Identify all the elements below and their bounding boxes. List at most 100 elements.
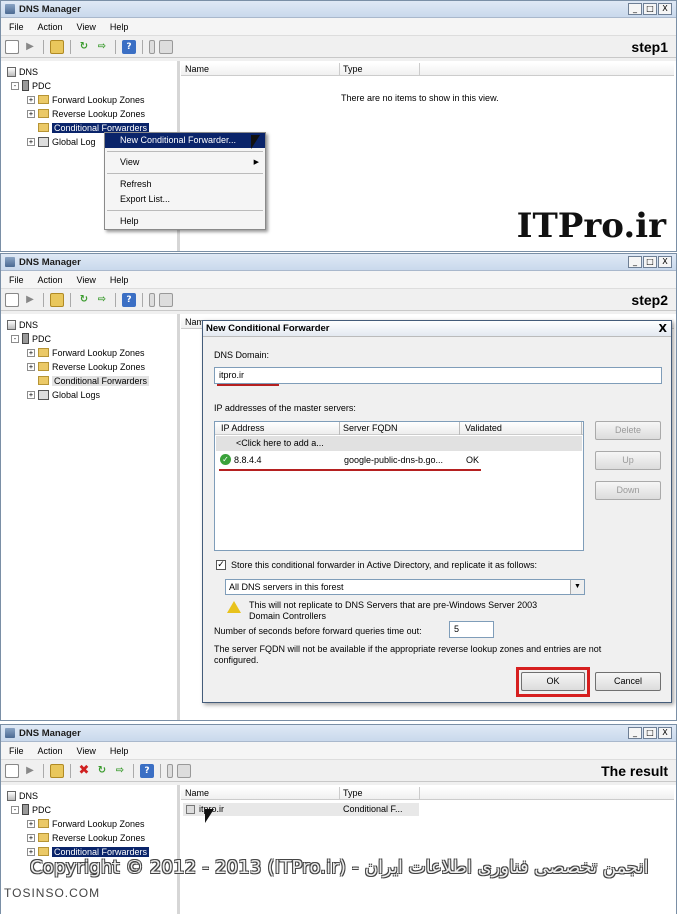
tree-pdc[interactable]: - PDC [11, 332, 51, 345]
help-icon[interactable]: ? [122, 292, 136, 307]
record-icon[interactable] [177, 763, 191, 778]
tree-pdc[interactable]: - PDC [11, 803, 51, 816]
zone-icon[interactable] [5, 39, 19, 54]
ok-button[interactable]: OK [521, 672, 585, 691]
menu-item-export-list[interactable]: Export List... [105, 192, 265, 207]
export-list-icon[interactable]: ⇨ [95, 293, 109, 307]
menu-view[interactable]: View [77, 275, 96, 285]
menu-view[interactable]: View [77, 22, 96, 32]
down-button[interactable]: Down [595, 481, 661, 500]
help-icon[interactable]: ? [122, 39, 136, 54]
tree-forward-lookup[interactable]: + Forward Lookup Zones [27, 93, 145, 106]
expand-icon[interactable]: + [27, 362, 35, 371]
tree-reverse-lookup[interactable]: + Reverse Lookup Zones [27, 360, 145, 373]
maximize-button[interactable]: □ [643, 3, 657, 15]
store-in-ad-checkbox[interactable]: ✓ [216, 560, 226, 570]
menu-item-new-conditional-forwarder[interactable]: New Conditional Forwarder... [105, 133, 265, 148]
tree-dns[interactable]: DNS [7, 65, 38, 78]
expand-icon[interactable]: + [27, 819, 35, 828]
column-name[interactable]: Name [185, 64, 209, 74]
record-icon[interactable] [159, 39, 173, 54]
zone-icon[interactable] [5, 763, 19, 778]
tree-dns[interactable]: DNS [7, 789, 38, 802]
record-icon[interactable] [159, 292, 173, 307]
collapse-icon[interactable]: - [11, 81, 19, 90]
expand-icon[interactable]: + [27, 390, 35, 399]
delete-icon[interactable]: ✖ [77, 763, 91, 778]
expand-icon[interactable]: + [27, 847, 35, 856]
zone-icon[interactable] [5, 292, 19, 307]
export-list-icon[interactable]: ⇨ [95, 40, 109, 54]
timeout-input[interactable]: 5 [449, 621, 494, 638]
close-button[interactable]: X [658, 3, 672, 15]
refresh-icon[interactable]: ↻ [77, 40, 91, 54]
collapse-icon[interactable]: - [11, 334, 19, 343]
grid-col-ip[interactable]: IP Address [221, 423, 264, 433]
export-list-icon[interactable]: ⇨ [113, 764, 127, 778]
menu-help[interactable]: Help [110, 22, 129, 32]
forward-icon[interactable]: ▶ [23, 764, 37, 778]
tree-dns[interactable]: DNS [7, 318, 38, 331]
tree-reverse-lookup[interactable]: + Reverse Lookup Zones [27, 831, 145, 844]
menu-action[interactable]: Action [38, 22, 63, 32]
replication-select[interactable]: All DNS servers in this forest ▼ [225, 579, 585, 595]
collapse-icon[interactable]: - [11, 805, 19, 814]
refresh-icon[interactable]: ↻ [77, 293, 91, 307]
close-button[interactable]: X [658, 727, 672, 739]
menu-item-help[interactable]: Help [105, 214, 265, 229]
up-folder-icon[interactable] [50, 763, 64, 778]
menu-file[interactable]: File [9, 746, 24, 756]
server-icon[interactable] [167, 763, 173, 778]
server-icon[interactable] [149, 39, 155, 54]
tree-global-logs[interactable]: + Global Log [27, 135, 96, 148]
forward-icon[interactable]: ▶ [23, 293, 37, 307]
minimize-button[interactable]: _ [628, 256, 642, 268]
expand-icon[interactable]: + [27, 109, 35, 118]
forward-icon[interactable]: ▶ [23, 40, 37, 54]
menu-view[interactable]: View [77, 746, 96, 756]
list-item[interactable]: itpro.ir Conditional F... [183, 803, 419, 816]
tree-forward-lookup[interactable]: + Forward Lookup Zones [27, 817, 145, 830]
column-type[interactable]: Type [343, 64, 363, 74]
tree-forward-lookup[interactable]: + Forward Lookup Zones [27, 346, 145, 359]
close-button[interactable]: X [658, 256, 672, 268]
up-button[interactable]: Up [595, 451, 661, 470]
up-folder-icon[interactable] [50, 39, 64, 54]
server-icon[interactable] [149, 292, 155, 307]
tree-label: Forward Lookup Zones [52, 818, 145, 829]
chevron-down-icon[interactable]: ▼ [570, 580, 584, 594]
tree-pdc[interactable]: - PDC [11, 79, 51, 92]
minimize-button[interactable]: _ [628, 727, 642, 739]
maximize-button[interactable]: □ [643, 727, 657, 739]
menu-action[interactable]: Action [38, 275, 63, 285]
menu-file[interactable]: File [9, 275, 24, 285]
help-icon[interactable]: ? [140, 763, 154, 778]
menu-help[interactable]: Help [110, 746, 129, 756]
tree-reverse-lookup[interactable]: + Reverse Lookup Zones [27, 107, 145, 120]
grid-row-server[interactable]: ✓ 8.8.4.4 google-public-dns-b.go... OK [216, 452, 582, 467]
grid-col-fqdn[interactable]: Server FQDN [343, 423, 398, 433]
expand-icon[interactable]: + [27, 137, 35, 146]
menu-help[interactable]: Help [110, 275, 129, 285]
up-folder-icon[interactable] [50, 292, 64, 307]
delete-button[interactable]: Delete [595, 421, 661, 440]
menu-file[interactable]: File [9, 22, 24, 32]
dns-domain-input[interactable]: itpro.ir [214, 367, 662, 384]
grid-col-validated[interactable]: Validated [465, 423, 502, 433]
menu-action[interactable]: Action [38, 746, 63, 756]
expand-icon[interactable]: + [27, 833, 35, 842]
tree-global-logs[interactable]: + Global Logs [27, 388, 100, 401]
grid-row-add[interactable]: <Click here to add a... [216, 436, 582, 451]
expand-icon[interactable]: + [27, 95, 35, 104]
refresh-icon[interactable]: ↻ [95, 764, 109, 778]
column-name[interactable]: Name [185, 788, 209, 798]
column-type[interactable]: Type [343, 788, 363, 798]
tree-conditional-forwarders[interactable]: Conditional Forwarders [38, 374, 150, 387]
menu-item-view[interactable]: View ▶ [105, 155, 265, 170]
minimize-button[interactable]: _ [628, 3, 642, 15]
maximize-button[interactable]: □ [643, 256, 657, 268]
menu-item-refresh[interactable]: Refresh [105, 177, 265, 192]
dialog-close-icon[interactable]: X [659, 321, 667, 337]
expand-icon[interactable]: + [27, 348, 35, 357]
cancel-button[interactable]: Cancel [595, 672, 661, 691]
